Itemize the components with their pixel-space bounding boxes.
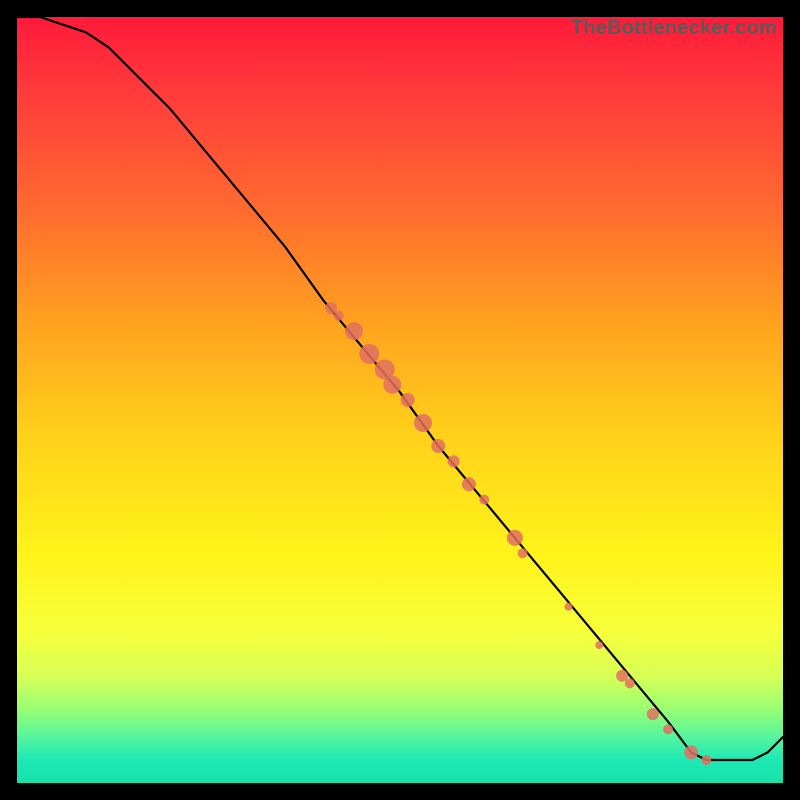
data-points	[325, 302, 711, 765]
data-point	[507, 530, 523, 546]
data-point	[565, 603, 573, 611]
data-point	[448, 455, 460, 467]
data-point	[518, 548, 528, 558]
chart-svg	[17, 17, 783, 783]
data-point	[647, 708, 659, 720]
data-point	[334, 311, 344, 321]
data-point	[401, 393, 415, 407]
data-point	[383, 376, 401, 394]
data-point	[414, 414, 432, 432]
data-point	[479, 495, 489, 505]
data-point	[701, 755, 711, 765]
data-point	[359, 344, 379, 364]
chart-frame: TheBottlenecker.com	[0, 0, 800, 800]
data-point	[431, 439, 445, 453]
data-point	[345, 322, 363, 340]
data-point	[595, 641, 603, 649]
data-point	[684, 745, 698, 759]
data-point	[462, 477, 476, 491]
plot-area: TheBottlenecker.com	[17, 17, 783, 783]
data-point	[625, 678, 635, 688]
data-point	[663, 724, 673, 734]
